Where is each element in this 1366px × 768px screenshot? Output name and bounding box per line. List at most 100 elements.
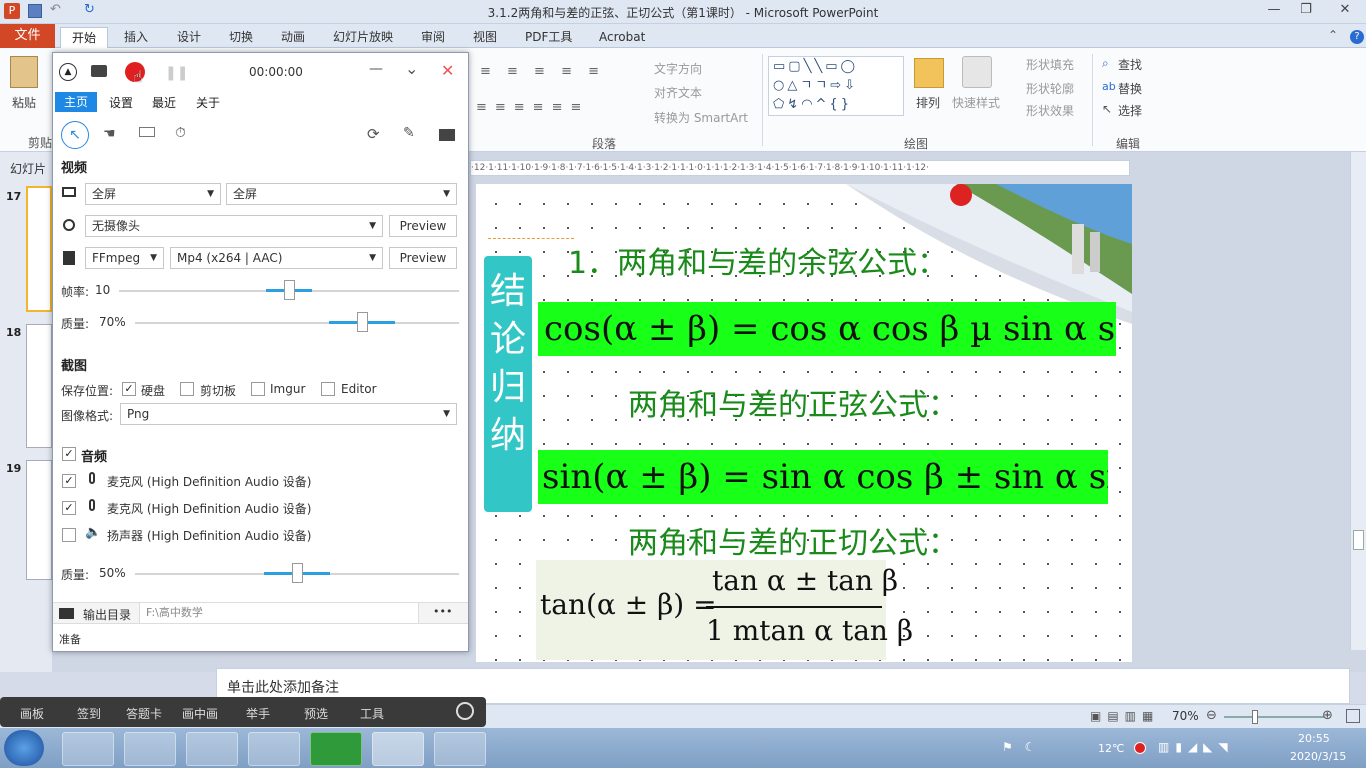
encoder-select[interactable]: FFmpeg ▼ xyxy=(85,247,164,269)
align-text-button[interactable]: 对齐文本 xyxy=(654,84,702,101)
format-select[interactable]: Mp4 (x264 | AAC) ▼ xyxy=(170,247,383,269)
clock-date[interactable]: 2020/3/15 xyxy=(1290,750,1346,763)
tab-recent[interactable]: 最近 xyxy=(152,94,176,111)
network-volume-icons[interactable]: ▥▮◢◣◥ xyxy=(1158,740,1234,754)
camera-select[interactable]: 无摄像头 ▼ xyxy=(85,215,383,237)
camera-preview-button[interactable]: Preview xyxy=(389,215,457,237)
mic2-checkbox[interactable]: ✓ xyxy=(62,501,76,515)
tab-slideshow[interactable]: 幻灯片放映 xyxy=(333,27,393,48)
timer-icon[interactable]: ⏱ xyxy=(175,125,186,141)
close-panel-icon[interactable]: ✕ xyxy=(441,61,454,80)
mic1-checkbox[interactable]: ✓ xyxy=(62,474,76,488)
minimize-button[interactable]: — xyxy=(1258,0,1290,20)
toolbar-raise-hand[interactable]: 举手 xyxy=(246,705,270,722)
zoom-slider[interactable] xyxy=(1224,716,1324,718)
quick-styles-icon[interactable] xyxy=(962,56,992,88)
audio-quality-slider[interactable] xyxy=(135,563,459,593)
list-icons[interactable]: ≡ ≡ ≡ ≡ ≡ xyxy=(480,64,605,79)
text-direction-button[interactable]: 文字方向 xyxy=(654,60,702,77)
record-tray-icon[interactable] xyxy=(1134,742,1146,754)
replace-button[interactable]: 替换 xyxy=(1118,80,1142,97)
shape-outline-button[interactable]: 形状轮廓 xyxy=(1026,80,1074,97)
clock-time[interactable]: 20:55 xyxy=(1298,732,1330,745)
zoom-in-icon[interactable]: ⊕ xyxy=(1322,708,1333,723)
pointer-tool-icon[interactable]: ↖ xyxy=(61,121,89,149)
scrollbar-thumb[interactable] xyxy=(1353,530,1364,550)
vertical-scrollbar[interactable] xyxy=(1350,152,1366,650)
shape-effects-button[interactable]: 形状效果 xyxy=(1026,102,1074,119)
explorer-taskbar-icon[interactable] xyxy=(62,732,114,766)
screen-select-2[interactable]: 全屏 ▼ xyxy=(226,183,457,205)
tab-review[interactable]: 审阅 xyxy=(421,27,445,48)
shapes-gallery[interactable]: ▭▢╲╲▭◯ ○△ㄱㄱ⇨⇩ ⬠↯◠^{} xyxy=(768,56,904,116)
image-format-select[interactable]: Png ▼ xyxy=(120,403,457,425)
arrange-icon[interactable] xyxy=(914,58,944,88)
clipboard-checkbox[interactable] xyxy=(180,382,194,396)
tab-transitions[interactable]: 切换 xyxy=(229,27,253,48)
align-icons[interactable]: ≡≡≡≡≡≡ xyxy=(476,100,589,115)
framerate-slider[interactable] xyxy=(119,280,459,310)
find-button[interactable]: 查找 xyxy=(1118,56,1142,73)
speaker-checkbox[interactable] xyxy=(62,528,76,542)
disk-checkbox[interactable]: ✓ xyxy=(122,382,136,396)
chrome-taskbar-icon[interactable] xyxy=(124,732,176,766)
view-buttons[interactable]: ▣▤▥▦ xyxy=(1090,709,1159,723)
minimize-panel-icon[interactable]: — xyxy=(369,61,383,77)
arrange-button[interactable]: 排列 xyxy=(916,94,940,111)
paint-taskbar-icon[interactable] xyxy=(186,732,238,766)
more-button[interactable]: ••• xyxy=(433,605,452,618)
select-button[interactable]: 选择 xyxy=(1118,102,1142,119)
tab-pdf-tools[interactable]: PDF工具 xyxy=(525,27,572,48)
tab-animations[interactable]: 动画 xyxy=(281,27,305,48)
pause-icon[interactable]: ❚❚ xyxy=(165,65,188,81)
folder-icon[interactable] xyxy=(439,129,455,141)
fit-slide-icon[interactable] xyxy=(1346,709,1360,723)
hand-tool-icon[interactable]: ☚ xyxy=(103,126,116,142)
tab-file[interactable]: 文件 xyxy=(0,24,55,48)
screen-select-1[interactable]: 全屏 ▼ xyxy=(85,183,221,205)
tab-view[interactable]: 视图 xyxy=(473,27,497,48)
power-icon[interactable] xyxy=(456,702,474,720)
toolbar-whiteboard[interactable]: 画板 xyxy=(20,705,44,722)
tray-icons[interactable]: ⚑ ☾ xyxy=(1002,740,1039,754)
keyboard-icon[interactable] xyxy=(139,127,155,137)
brush-icon[interactable]: ✎ xyxy=(403,125,415,141)
tab-home[interactable]: 主页 xyxy=(55,92,97,112)
quality-slider[interactable] xyxy=(135,312,459,342)
tab-insert[interactable]: 插入 xyxy=(124,27,148,48)
zoom-out-icon[interactable]: ⊖ xyxy=(1206,708,1217,723)
start-button[interactable] xyxy=(4,730,44,766)
editor-checkbox[interactable] xyxy=(321,382,335,396)
tab-home[interactable]: 开始 xyxy=(60,27,108,49)
collapse-ribbon-icon[interactable]: ⌃ xyxy=(1328,28,1338,42)
powerpoint-taskbar-icon[interactable] xyxy=(372,732,424,766)
paste-icon[interactable] xyxy=(10,56,38,88)
tab-about[interactable]: 关于 xyxy=(196,94,220,111)
shape-fill-button[interactable]: 形状填充 xyxy=(1026,56,1074,73)
obs-taskbar-icon[interactable] xyxy=(248,732,300,766)
tab-settings[interactable]: 设置 xyxy=(109,94,133,111)
close-button[interactable]: ✕ xyxy=(1326,0,1364,20)
zoom-slider-thumb[interactable] xyxy=(1252,710,1258,724)
audio-checkbox[interactable]: ✓ xyxy=(62,447,76,461)
format-preview-button[interactable]: Preview xyxy=(389,247,457,269)
notes-placeholder[interactable]: 单击此处添加备注 xyxy=(227,677,339,697)
toolbar-picture-in-picture[interactable]: 画中画 xyxy=(182,705,218,722)
tab-acrobat[interactable]: Acrobat xyxy=(599,27,645,48)
app-taskbar-icon[interactable] xyxy=(434,732,486,766)
help-icon[interactable]: ? xyxy=(1350,30,1364,44)
toolbar-tools[interactable]: 工具 xyxy=(360,705,384,722)
convert-smartart-button[interactable]: 转换为 SmartArt xyxy=(654,109,748,126)
paste-label[interactable]: 粘贴 xyxy=(12,94,36,111)
folder-icon[interactable] xyxy=(59,608,74,619)
chevron-down-icon[interactable]: ⌄ xyxy=(405,59,418,78)
pdf-taskbar-icon[interactable] xyxy=(310,732,362,766)
screenshot-icon[interactable] xyxy=(91,65,107,77)
toolbar-answer-card[interactable]: 答题卡 xyxy=(126,705,162,722)
collapse-icon[interactable]: ▲ xyxy=(59,63,77,81)
slide-thumbnail-18[interactable] xyxy=(26,324,52,448)
zoom-level[interactable]: 70% xyxy=(1172,709,1199,723)
output-dir-label[interactable]: 输出目录 xyxy=(83,606,131,623)
toolbar-sign-in[interactable]: 签到 xyxy=(77,705,101,722)
restore-button[interactable]: ❐ xyxy=(1290,0,1322,20)
